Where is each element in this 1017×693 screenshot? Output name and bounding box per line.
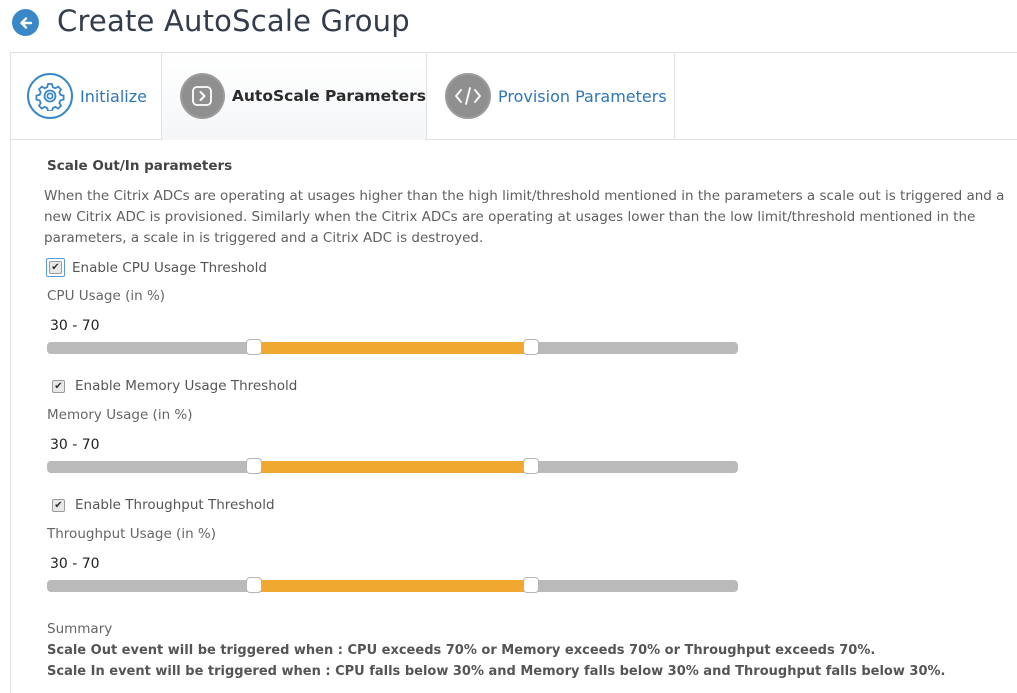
slider-selected-range [254,580,531,592]
throughput-threshold-toggle[interactable]: ✔ Enable Throughput Threshold [52,497,275,513]
cpu-range-value: 30 - 70 [50,318,100,334]
tab-label: Initialize [80,86,147,106]
cpu-usage-label: CPU Usage (in %) [47,288,166,304]
summary-label: Summary [47,621,113,637]
slider-selected-range [254,342,531,354]
scale-in-summary: Scale In event will be triggered when : … [47,664,946,679]
checkmark-icon: ✔ [54,499,63,511]
throughput-threshold-checkbox[interactable]: ✔ [52,498,65,512]
memory-range-slider[interactable] [47,458,738,474]
throughput-usage-label: Throughput Usage (in %) [47,526,217,542]
slider-low-handle[interactable] [246,458,263,474]
memory-threshold-checkbox[interactable]: ✔ [52,379,65,393]
checkbox-focus-ring: ✔ [46,258,65,277]
throughput-range-slider[interactable] [47,577,738,593]
checkbox-label: Enable Throughput Threshold [75,497,275,513]
section-description: When the Citrix ADCs are operating at us… [44,188,1005,246]
page-header: Create AutoScale Group [0,0,1017,50]
slider-high-handle[interactable] [522,458,539,474]
throughput-range-value: 30 - 70 [50,556,100,572]
code-icon [445,73,491,119]
checkbox-label: Enable CPU Usage Threshold [72,259,267,276]
slider-low-handle[interactable] [246,339,263,355]
checkmark-icon: ✔ [54,380,63,392]
arrow-left-icon [19,16,32,29]
tab-autoscale-parameters[interactable]: AutoScale Parameters [162,53,426,140]
scale-out-summary: Scale Out event will be triggered when :… [47,643,876,658]
autoscale-parameters-panel: Scale Out/In parameters When the Citrix … [10,139,1017,693]
memory-range-value: 30 - 70 [50,437,100,453]
tab-provision-parameters[interactable]: Provision Parameters [426,53,675,139]
tab-initialize[interactable]: Initialize [11,53,162,139]
tab-label: Provision Parameters [498,86,667,106]
section-title: Scale Out/In parameters [47,158,233,174]
slider-low-handle[interactable] [246,577,263,593]
checkbox-label: Enable Memory Usage Threshold [75,378,298,394]
memory-usage-label: Memory Usage (in %) [47,407,193,423]
cpu-range-slider[interactable] [47,339,738,355]
back-button[interactable] [12,9,39,36]
memory-threshold-toggle[interactable]: ✔ Enable Memory Usage Threshold [52,378,297,394]
tab-label: AutoScale Parameters [231,87,426,105]
page-title: Create AutoScale Group [57,4,410,38]
gear-icon [27,73,73,119]
checkmark-icon: ✔ [51,262,60,273]
slider-high-handle[interactable] [522,577,539,593]
slider-selected-range [254,461,531,473]
cpu-threshold-checkbox[interactable]: ✔ [49,261,62,274]
wizard-tabs: Initialize AutoScale Parameters Provisio… [10,52,1017,140]
cpu-threshold-toggle[interactable]: ✔ Enable CPU Usage Threshold [46,258,267,277]
chevron-right-square-icon [180,73,225,119]
slider-high-handle[interactable] [522,339,539,355]
